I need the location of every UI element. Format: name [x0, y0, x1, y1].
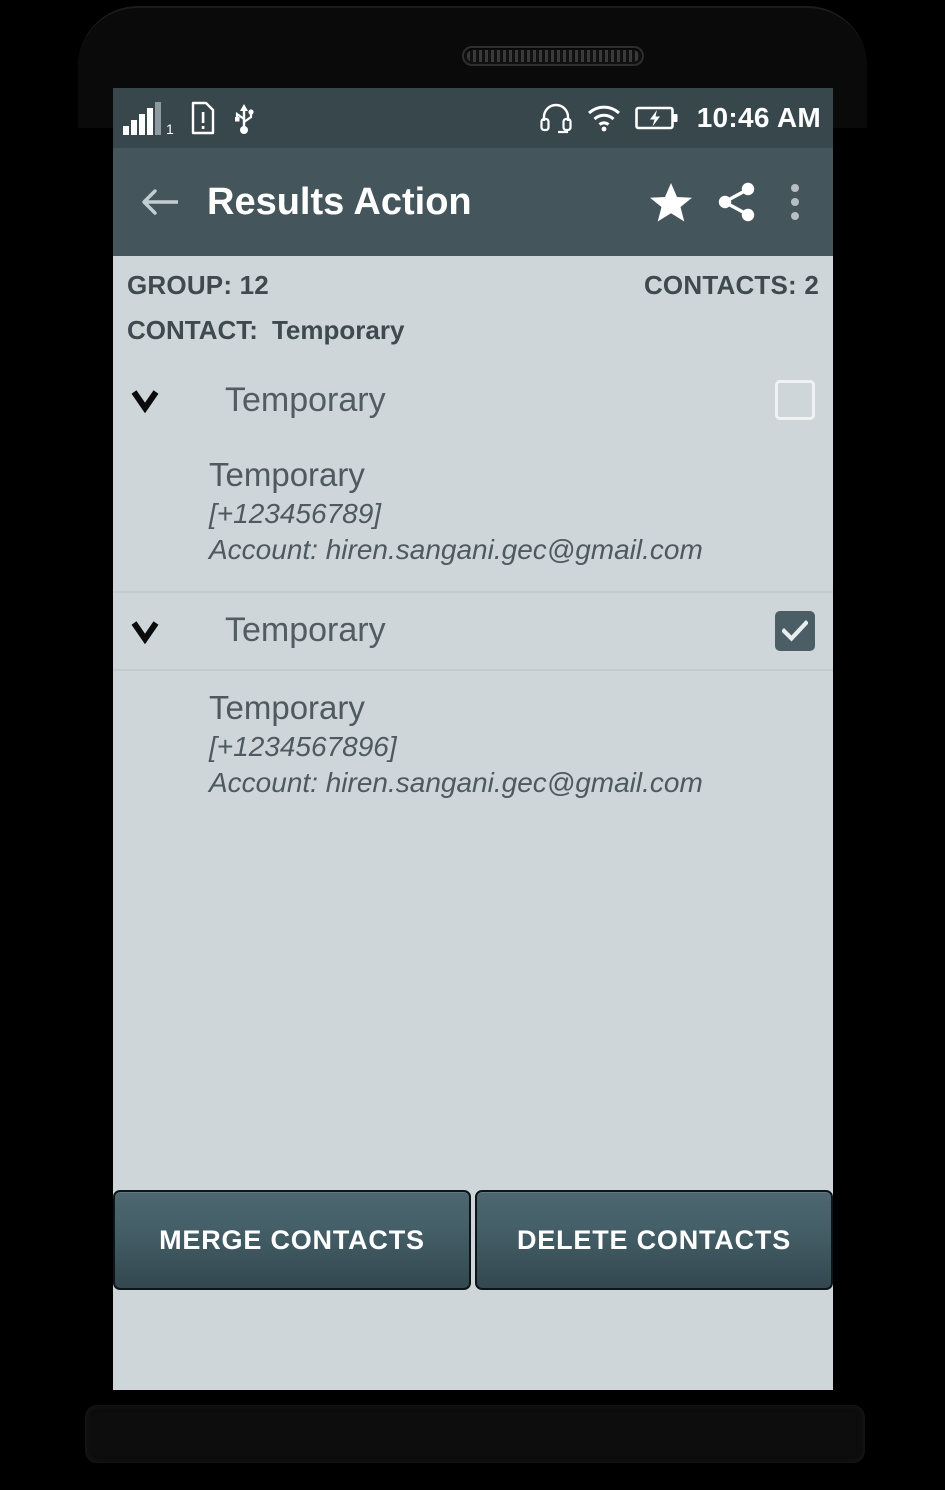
phone-bottom-bezel [85, 1405, 865, 1463]
earpiece-speaker [462, 46, 644, 66]
contact-name-row: CONTACT: Temporary [113, 303, 833, 362]
contact-name-value: Temporary [271, 315, 405, 345]
contact-detail-block: Temporary [+1234567896] Account: hiren.s… [113, 671, 833, 824]
favorite-button[interactable] [643, 174, 699, 230]
phone-screen: 1 10:46 AM Results Action GROUP: 12 CONT… [113, 88, 833, 1390]
share-icon [718, 182, 755, 222]
contact-detail-phone: [+123456789] [209, 497, 382, 529]
overflow-dot-1 [791, 184, 799, 192]
overflow-dot-3 [791, 212, 799, 220]
chevron-down-icon[interactable] [127, 387, 163, 413]
earpiece-grill [467, 50, 639, 62]
checkmark-icon [782, 619, 808, 642]
group-header-row[interactable]: Temporary [113, 593, 833, 669]
back-arrow-icon [142, 189, 178, 215]
contact-detail-name: Temporary [209, 456, 365, 493]
star-icon [650, 183, 692, 222]
group-name-label: Temporary [225, 380, 386, 419]
status-bar-left-icons: 1 [123, 101, 539, 137]
sim-card-alert-icon [191, 101, 214, 135]
status-bar-right-icons: 10:46 AM [539, 102, 821, 134]
contact-detail-account: Account: hiren.sangani.gec@gmail.com [209, 534, 703, 566]
contact-detail-block: Temporary [+123456789] Account: hiren.sa… [113, 438, 833, 591]
app-bar: Results Action [113, 148, 833, 256]
status-bar: 1 10:46 AM [113, 88, 833, 148]
content-area: GROUP: 12 CONTACTS: 2 CONTACT: Temporary… [113, 256, 833, 1290]
group-select-checkbox[interactable] [775, 610, 815, 651]
page-title: Results Action [207, 180, 472, 223]
chevron-down-icon[interactable] [127, 618, 163, 644]
sim-slot-number: 1 [166, 120, 174, 137]
phone-device-frame: 1 10:46 AM Results Action GROUP: 12 CONT… [0, 0, 945, 1490]
share-button[interactable] [709, 174, 765, 230]
status-bar-clock: 10:46 AM [696, 102, 821, 133]
battery-charging-icon [634, 106, 678, 130]
bottom-action-bar: MERGE CONTACTS DELETE CONTACTS [113, 1190, 833, 1290]
headset-icon [540, 103, 572, 134]
delete-contacts-button[interactable]: DELETE CONTACTS [475, 1190, 833, 1290]
contact-prefix-label: CONTACT: [127, 315, 258, 345]
group-name-label: Temporary [225, 611, 386, 650]
contacts-count-label: CONTACTS: 2 [643, 270, 819, 300]
back-button[interactable] [135, 176, 187, 228]
group-select-checkbox[interactable] [775, 380, 815, 420]
contact-detail-name: Temporary [209, 688, 365, 726]
signal-bars-icon: 1 [123, 101, 174, 137]
contact-detail-phone: [+1234567896] [209, 730, 397, 762]
overflow-dot-2 [791, 198, 799, 206]
group-count-label: GROUP: 12 [127, 270, 269, 300]
contact-detail-account: Account: hiren.sangani.gec@gmail.com [209, 767, 703, 799]
merge-contacts-button[interactable]: MERGE CONTACTS [113, 1190, 471, 1290]
overflow-menu-button[interactable] [775, 174, 815, 230]
usb-icon [234, 104, 254, 134]
group-header-row[interactable]: Temporary [113, 362, 833, 438]
summary-row: GROUP: 12 CONTACTS: 2 [113, 256, 833, 303]
wifi-icon [587, 105, 620, 132]
